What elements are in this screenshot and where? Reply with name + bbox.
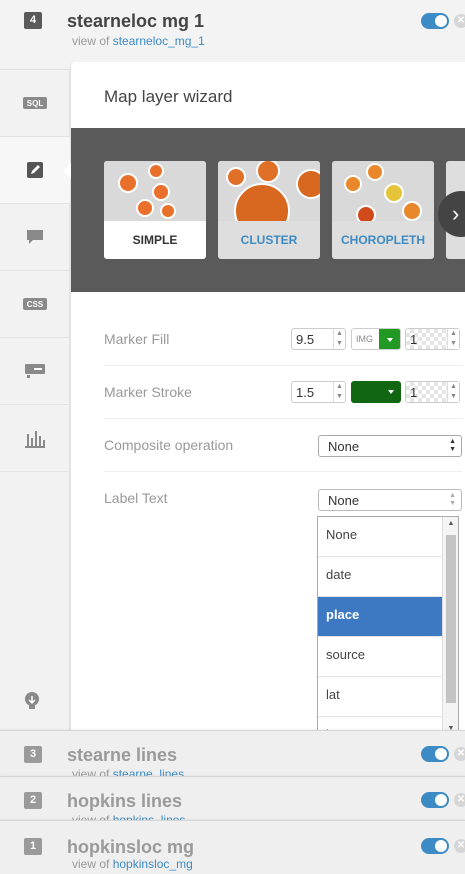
wizard-type-cluster[interactable]: CLUSTER: [218, 161, 320, 259]
sidebar-item-wizard[interactable]: [0, 137, 70, 204]
view-of-prefix: view of: [72, 857, 110, 871]
options-scrollbar[interactable]: ▲ ▼: [442, 517, 458, 737]
layer-title[interactable]: hopkinsloc mg: [67, 837, 194, 858]
image-picker-label[interactable]: IMG: [356, 334, 373, 344]
marker-stroke-width-input[interactable]: 1.5 ▲ ▼: [291, 381, 346, 403]
layer-header-3[interactable]: 3 stearne lines view of stearne_lines ✕: [0, 730, 465, 776]
marker-stroke-width-value: 1.5: [296, 385, 315, 400]
panel-title: Map layer wizard: [104, 87, 233, 106]
layer-number-badge: 1: [24, 838, 42, 855]
marker-stroke-label: Marker Stroke: [104, 384, 192, 400]
label-text-value: None: [328, 493, 360, 508]
source-table-link[interactable]: hopkinsloc_mg: [113, 857, 193, 871]
marker-fill-opacity-input[interactable]: 1 ▲ ▼: [405, 328, 460, 350]
chevron-right-icon[interactable]: ›: [438, 191, 465, 237]
layer-number-badge: 3: [24, 746, 42, 763]
composite-operation-select[interactable]: None ▲ ▼: [318, 435, 462, 457]
layer-header-2[interactable]: 2 hopkins lines view of hopkins_lines ✕: [0, 776, 465, 822]
marker-fill-width-input[interactable]: 9.5 ▲ ▼: [291, 328, 346, 350]
marker-fill-opacity-value: 1: [410, 332, 418, 347]
stepper-icon[interactable]: ▲ ▼: [447, 329, 459, 349]
layer-source: view of hopkinsloc_mg: [72, 857, 193, 871]
close-icon[interactable]: ✕: [454, 747, 465, 761]
close-icon[interactable]: ✕: [454, 793, 465, 807]
layer-header-1[interactable]: 1 hopkinsloc mg view of hopkinsloc_mg ✕: [0, 820, 465, 874]
source-table-link[interactable]: stearneloc_mg_1: [113, 34, 205, 48]
chevron-down-icon: [388, 390, 394, 394]
wizard-type-carousel: SIMPLE CLUSTER CHOROPLETH ›: [71, 128, 465, 292]
source-table-link[interactable]: stearne_lines: [113, 767, 184, 776]
label-text-options-list[interactable]: None date place source lat long ▲ ▼: [317, 516, 459, 738]
label-text-select[interactable]: None ▲ ▼: [318, 489, 462, 511]
marker-stroke-color-picker[interactable]: [351, 381, 401, 403]
scrollbar-thumb[interactable]: [446, 535, 456, 703]
stepper-icon[interactable]: ▲ ▼: [447, 382, 459, 402]
marker-stroke-row: Marker Stroke 1.5 ▲ ▼ 1 ▲ ▼: [104, 366, 462, 419]
layer-sidebar: SQL CSS: [0, 70, 70, 730]
wizard-type-label: CHOROPLETH: [341, 233, 425, 247]
option-date[interactable]: date: [318, 557, 442, 597]
layer-header-4[interactable]: 4 stearneloc mg 1 view of stearneloc_mg_…: [0, 0, 465, 70]
sidebar-item-sql[interactable]: SQL: [0, 70, 70, 137]
bar-chart-icon: [25, 431, 45, 448]
sidebar-item-infowindow[interactable]: [0, 204, 70, 271]
sidebar-item-charts[interactable]: [0, 405, 70, 472]
layer-title[interactable]: stearneloc mg 1: [67, 11, 204, 32]
stepper-icon[interactable]: ▲ ▼: [333, 329, 345, 349]
sql-icon: SQL: [23, 97, 47, 109]
stepper-icon[interactable]: ▲ ▼: [333, 382, 345, 402]
bulb-icon: [25, 692, 39, 709]
layer-visibility-toggle[interactable]: [421, 838, 449, 854]
marker-fill-color-picker[interactable]: IMG: [351, 328, 401, 350]
label-text-label: Label Text: [104, 490, 168, 506]
option-none[interactable]: None: [318, 517, 442, 557]
layer-title[interactable]: hopkins lines: [67, 791, 182, 812]
marker-fill-row: Marker Fill 9.5 ▲ ▼ IMG 1 ▲ ▼: [104, 313, 462, 366]
marker-fill-label: Marker Fill: [104, 331, 170, 347]
wizard-type-label: SIMPLE: [132, 233, 178, 247]
marker-stroke-opacity-value: 1: [410, 385, 418, 400]
layer-title[interactable]: stearne lines: [67, 745, 177, 766]
marker-stroke-opacity-input[interactable]: 1 ▲ ▼: [405, 381, 460, 403]
sidebar-item-help[interactable]: [22, 690, 42, 717]
layer-visibility-toggle[interactable]: [421, 792, 449, 808]
option-source[interactable]: source: [318, 637, 442, 677]
chevron-down-icon: [387, 338, 393, 342]
option-place[interactable]: place: [318, 597, 442, 637]
wizard-type-simple[interactable]: SIMPLE: [104, 161, 206, 259]
svg-text:CSS: CSS: [27, 300, 44, 309]
composite-operation-row: Composite operation None ▲ ▼: [104, 419, 462, 472]
option-lat[interactable]: lat: [318, 677, 442, 717]
view-of-prefix: view of: [72, 34, 110, 48]
layer-visibility-toggle[interactable]: [421, 746, 449, 762]
marker-fill-width-value: 9.5: [296, 332, 315, 347]
legend-icon: [25, 364, 45, 378]
layer-source: view of stearne_lines: [72, 767, 184, 776]
wizard-type-choropleth[interactable]: CHOROPLETH: [332, 161, 434, 259]
svg-text:SQL: SQL: [27, 99, 44, 108]
composite-operation-label: Composite operation: [104, 437, 234, 453]
close-icon[interactable]: ✕: [454, 839, 465, 853]
simple-thumbnail: [104, 161, 206, 221]
infowindow-comment-icon: [27, 230, 43, 244]
choropleth-thumbnail: [332, 161, 434, 221]
layer-number-badge: 2: [24, 792, 42, 809]
view-of-prefix: view of: [72, 767, 110, 776]
css-icon: CSS: [23, 298, 47, 310]
select-arrows-icon: ▲ ▼: [449, 492, 456, 507]
sidebar-item-legend[interactable]: [0, 338, 70, 405]
cluster-thumbnail: [218, 161, 320, 221]
sidebar-item-css[interactable]: CSS: [0, 271, 70, 338]
wizard-edit-icon: [27, 162, 43, 178]
layer-visibility-toggle[interactable]: [421, 13, 449, 29]
layer-source: view of stearneloc_mg_1: [72, 34, 205, 48]
layer-number-badge: 4: [24, 12, 42, 29]
close-icon[interactable]: ✕: [454, 14, 465, 28]
sidebar-active-pointer: [63, 163, 71, 179]
wizard-type-label: CLUSTER: [240, 233, 298, 247]
composite-operation-value: None: [328, 439, 360, 454]
select-arrows-icon: ▲ ▼: [449, 438, 456, 453]
scroll-up-icon[interactable]: ▲: [443, 520, 458, 527]
